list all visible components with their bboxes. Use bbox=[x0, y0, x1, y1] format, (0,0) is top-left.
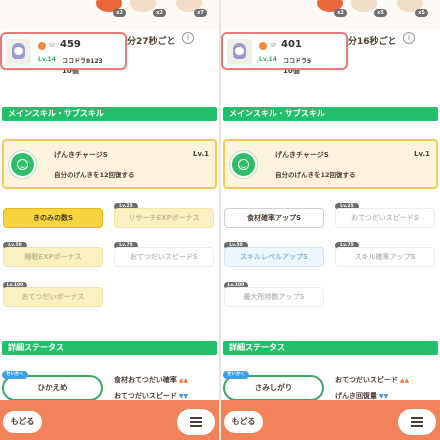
main-skill-description: 自分のげんきを12回復する bbox=[54, 171, 135, 179]
pokemon-popup-card[interactable]: SP 459 Lv.14 ココドラ8123 bbox=[0, 32, 127, 70]
stat-label: おてつだいスピード bbox=[335, 376, 398, 384]
ingredient-count: x2 bbox=[113, 9, 126, 17]
sp-label: SP bbox=[270, 43, 277, 49]
down-arrows-icon: ▼▼ bbox=[379, 393, 389, 400]
detailed-stats-header: 詳細ステータス bbox=[223, 341, 438, 355]
back-button[interactable]: もどる bbox=[224, 411, 263, 433]
info-icon[interactable]: i bbox=[403, 32, 415, 44]
ingredient-count: x5 bbox=[415, 9, 428, 17]
sub-skill-5[interactable]: おてつだいボーナス bbox=[3, 287, 103, 307]
nature-tag: せいかく bbox=[2, 371, 28, 379]
down-arrows-icon: ▼▼ bbox=[178, 393, 189, 400]
nature-stat-up: 食材おてつだい確率 ▲▲ bbox=[114, 375, 188, 385]
energy-skill-icon bbox=[9, 151, 36, 178]
nature-tag: せいかく bbox=[223, 371, 249, 379]
egg-ingredient-icon bbox=[351, 0, 377, 12]
main-skill-name: げんきチャージS bbox=[54, 151, 108, 159]
main-skill-card[interactable]: げんきチャージS Lv.1 自分のげんきを12回復する bbox=[223, 139, 438, 189]
up-arrows-icon: ▲▲ bbox=[178, 377, 189, 384]
menu-button[interactable] bbox=[398, 409, 436, 435]
main-skill-level: Lv.1 bbox=[193, 150, 209, 158]
main-skill-name: げんきチャージS bbox=[275, 151, 329, 159]
hamburger-icon bbox=[190, 417, 202, 427]
pokemon-name: ココドラ5 bbox=[283, 58, 312, 65]
stat-label: おてつだいスピード bbox=[114, 392, 177, 400]
sp-value: 459 bbox=[60, 39, 81, 50]
detailed-stats-header: 詳細ステータス bbox=[2, 341, 217, 355]
help-interval: 分27秒ごと bbox=[127, 37, 176, 47]
main-sub-skill-header: メインスキル・サブスキル bbox=[223, 107, 438, 121]
sub-skill-4[interactable]: スキル確率アップS bbox=[335, 247, 435, 267]
sub-skill-1[interactable]: 食材確率アップS bbox=[224, 208, 324, 228]
sub-skill-3[interactable]: 睡眠EXPボーナス bbox=[3, 247, 103, 267]
pokemon-name: ココドラ8123 bbox=[62, 58, 103, 65]
main-skill-level: Lv.1 bbox=[414, 150, 430, 158]
ingredient-count: x2 bbox=[334, 9, 347, 17]
stat-label: 食材おてつだい確率 bbox=[114, 376, 177, 384]
sub-skill-2[interactable]: リサーチEXPボーナス bbox=[114, 208, 214, 228]
pokemon-level: Lv.14 bbox=[38, 56, 56, 63]
stat-label: げんき回復量 bbox=[335, 392, 377, 400]
sub-skill-5[interactable]: 最大所持数アップS bbox=[224, 287, 324, 307]
menu-button[interactable] bbox=[177, 409, 215, 435]
hamburger-icon bbox=[411, 417, 423, 427]
pokemon-level: Lv.14 bbox=[259, 56, 277, 63]
ingredient-count: x5 bbox=[374, 9, 387, 17]
sub-skill-1[interactable]: きのみの数S bbox=[3, 208, 103, 228]
sp-value: 401 bbox=[281, 39, 302, 50]
pokemon-popup-card[interactable]: SP 401 Lv.14 ココドラ5 bbox=[221, 32, 348, 70]
main-skill-description: 自分のげんきを12回復する bbox=[275, 171, 356, 179]
sp-icon bbox=[259, 42, 267, 50]
pokemon-avatar bbox=[227, 39, 252, 65]
ingredient-count: x2 bbox=[153, 9, 166, 17]
ingredient-strip: x2 x5 x5 bbox=[221, 0, 440, 30]
info-icon[interactable]: i bbox=[182, 32, 194, 44]
egg-ingredient-icon bbox=[130, 0, 156, 12]
sp-icon bbox=[38, 42, 46, 50]
up-arrows-icon: ▲▲ bbox=[399, 377, 410, 384]
pokemon-detail-panel-right: x2 x5 x5 分16秒ごと i 10個 SP 401 Lv.14 ココドラ5… bbox=[221, 0, 440, 440]
main-sub-skill-header: メインスキル・サブスキル bbox=[2, 107, 217, 121]
back-button[interactable]: もどる bbox=[3, 411, 42, 433]
help-interval: 分16秒ごと bbox=[348, 37, 397, 47]
pokemon-detail-panel-left: x2 x2 x7 分27秒ごと i 10個 SP 459 Lv.14 ココドラ8… bbox=[0, 0, 219, 440]
ingredient-strip: x2 x2 x7 bbox=[0, 0, 219, 30]
pokemon-avatar bbox=[6, 39, 31, 65]
main-skill-card[interactable]: げんきチャージS Lv.1 自分のげんきを12回復する bbox=[2, 139, 217, 189]
nature-stat-up: おてつだいスピード ▲▲ bbox=[335, 375, 409, 385]
sub-skill-4[interactable]: おてつだいスピードS bbox=[114, 247, 214, 267]
energy-skill-icon bbox=[230, 151, 257, 178]
sub-skill-2[interactable]: おてつだいスピードS bbox=[335, 208, 435, 228]
sub-skill-3[interactable]: スキルレベルアップS bbox=[224, 247, 324, 267]
ingredient-count: x7 bbox=[194, 9, 207, 17]
sp-label: SP bbox=[49, 43, 56, 49]
